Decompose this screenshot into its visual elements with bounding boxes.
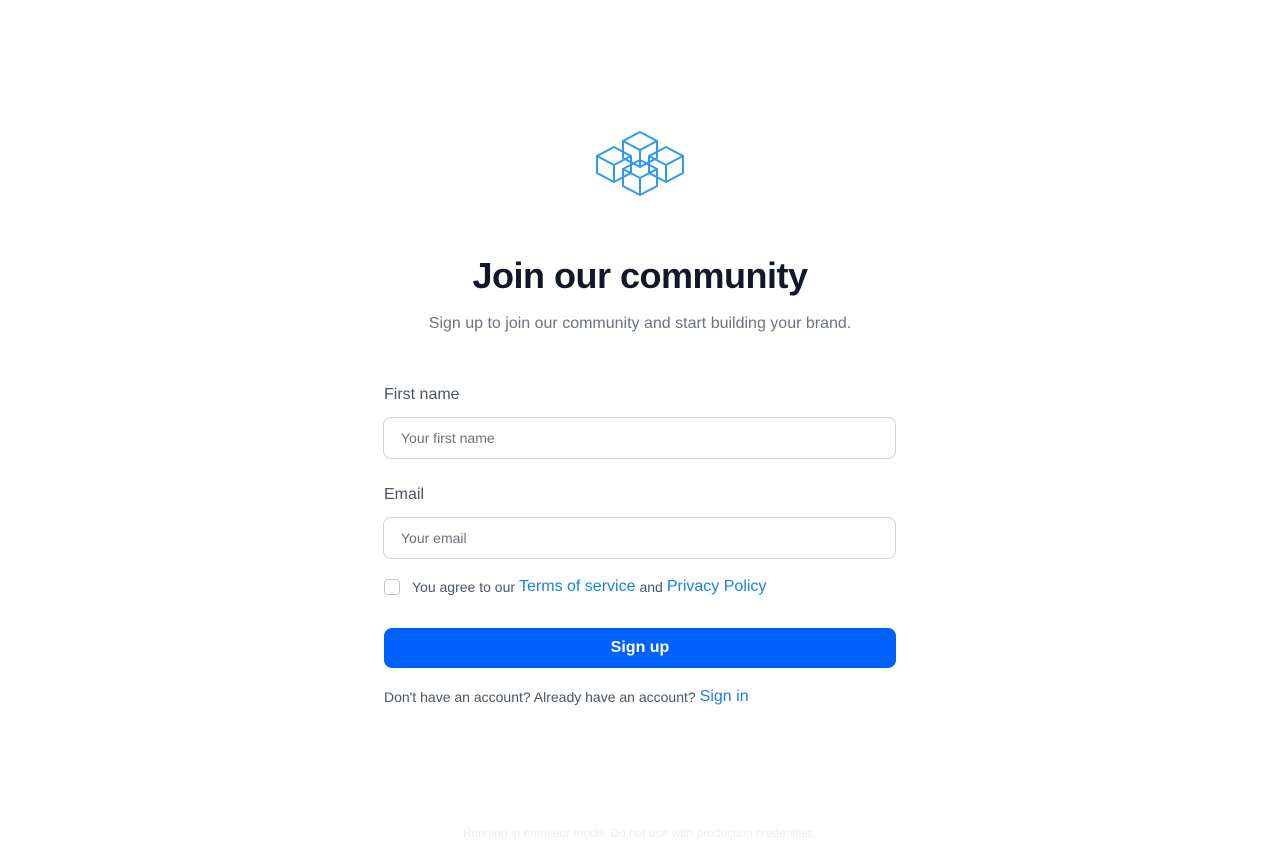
terms-checkbox[interactable] <box>384 579 400 595</box>
email-label: Email <box>384 486 425 503</box>
privacy-policy-link[interactable]: Privacy Policy <box>667 578 767 596</box>
sign-up-button[interactable]: Sign up <box>384 628 896 668</box>
emulator-notice: Running in emulator mode. Do not use wit… <box>462 826 818 840</box>
signup-page: Join our community Sign up to join our c… <box>0 0 1280 844</box>
signup-form: First name Email You agree to our Terms … <box>383 384 896 708</box>
first-name-label: First name <box>384 386 460 403</box>
terms-row: You agree to our Terms of service and Pr… <box>384 576 896 598</box>
sign-in-link[interactable]: Sign in <box>700 688 749 706</box>
cubes-logo-icon <box>596 131 684 196</box>
terms-prefix: You agree to our <box>412 579 516 595</box>
signin-row: Don't have an account? Already have an a… <box>384 686 896 708</box>
first-name-input[interactable] <box>383 417 896 459</box>
terms-of-service-link[interactable]: Terms of service <box>519 578 635 596</box>
page-subtitle: Sign up to join our community and start … <box>428 315 852 332</box>
terms-conjunction: and <box>639 579 663 595</box>
page-title: Join our community <box>472 255 808 296</box>
email-input[interactable] <box>383 517 896 559</box>
signin-prompt: Don't have an account? Already have an a… <box>384 689 696 705</box>
